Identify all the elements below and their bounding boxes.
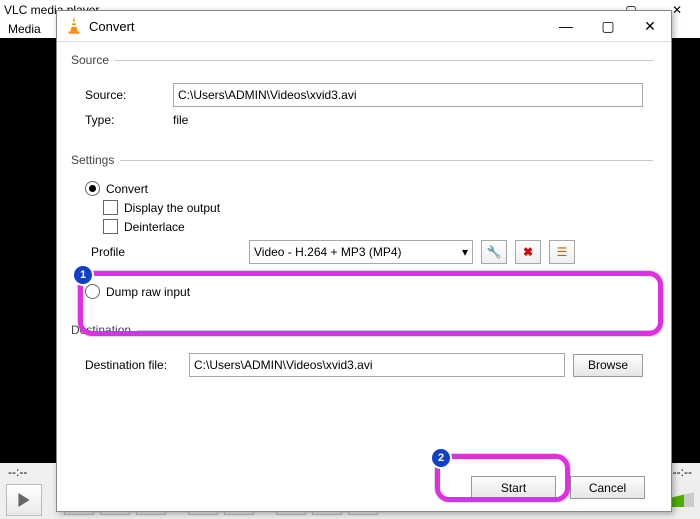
source-input[interactable]: [173, 83, 643, 107]
settings-legend: Settings: [71, 153, 120, 167]
play-button[interactable]: [6, 484, 42, 516]
source-section: Source Source: Type: file: [75, 53, 653, 139]
display-output-checkbox[interactable]: Display the output: [103, 200, 643, 215]
dialog-minimize-button[interactable]: —: [545, 12, 587, 40]
radio-dot-icon: [85, 284, 100, 299]
convert-dialog: Convert — ▢ ✕ Source Source: Type: file: [56, 10, 672, 512]
time-elapsed: --:--: [8, 465, 27, 479]
dialog-titlebar: Convert — ▢ ✕: [57, 11, 671, 42]
cancel-button[interactable]: Cancel: [570, 476, 645, 499]
source-label: Source:: [85, 88, 165, 102]
deinterlace-label: Deinterlace: [124, 220, 185, 234]
radio-dot-icon: [85, 181, 100, 196]
new-profile-icon: ☰: [557, 245, 568, 259]
delete-icon: ✖: [523, 245, 533, 259]
chevron-down-icon: ▾: [462, 245, 468, 259]
destination-input[interactable]: [189, 353, 565, 377]
type-value: file: [173, 113, 188, 127]
settings-section: Settings Convert Display the output Dein…: [75, 153, 653, 309]
checkbox-icon: [103, 200, 118, 215]
checkbox-icon: [103, 219, 118, 234]
deinterlace-checkbox[interactable]: Deinterlace: [103, 219, 643, 234]
convert-radio[interactable]: Convert: [85, 181, 643, 196]
time-total: --:--: [673, 465, 692, 479]
start-button[interactable]: Start: [471, 476, 556, 499]
profile-value: Video - H.264 + MP3 (MP4): [254, 245, 402, 259]
dialog-close-button[interactable]: ✕: [629, 12, 671, 40]
destination-label: Destination file:: [85, 358, 181, 372]
wrench-icon: 🔧: [487, 245, 502, 259]
profile-combobox[interactable]: Video - H.264 + MP3 (MP4) ▾: [249, 240, 473, 264]
profile-label: Profile: [91, 245, 241, 259]
convert-radio-label: Convert: [106, 182, 148, 196]
source-legend: Source: [71, 53, 115, 67]
new-profile-button[interactable]: ☰: [549, 240, 575, 264]
destination-legend: Destination: [71, 323, 137, 337]
dump-raw-radio[interactable]: Dump raw input: [85, 284, 643, 299]
browse-button[interactable]: Browse: [573, 354, 643, 377]
destination-section: Destination Destination file: Browse: [75, 323, 653, 389]
dialog-maximize-button[interactable]: ▢: [587, 12, 629, 40]
edit-profile-button[interactable]: 🔧: [481, 240, 507, 264]
dump-raw-label: Dump raw input: [106, 285, 190, 299]
menu-media[interactable]: Media: [8, 22, 41, 36]
delete-profile-button[interactable]: ✖: [515, 240, 541, 264]
display-output-label: Display the output: [124, 201, 220, 215]
vlc-cone-icon: [65, 17, 83, 35]
dialog-title: Convert: [89, 19, 135, 34]
type-label: Type:: [85, 113, 165, 127]
